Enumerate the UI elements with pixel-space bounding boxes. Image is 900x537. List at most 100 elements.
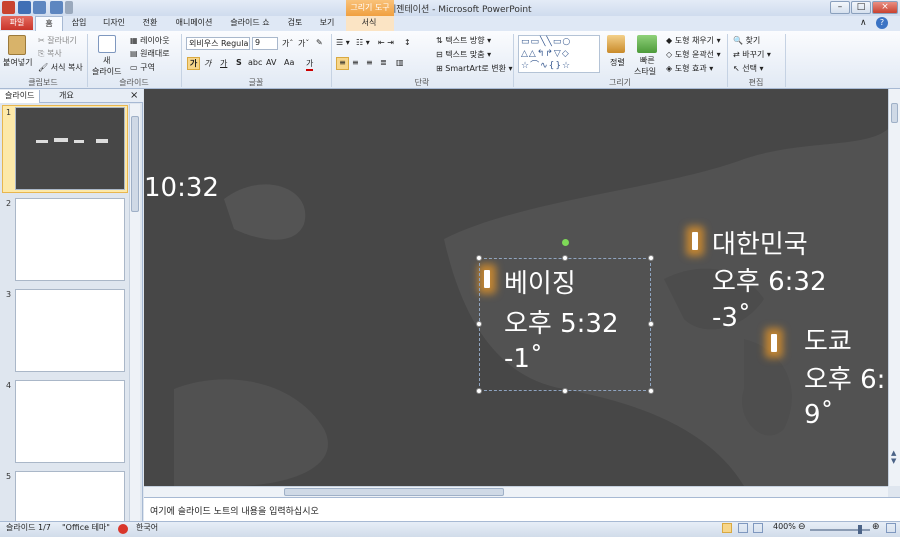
tab-format[interactable]: 서식	[355, 16, 383, 31]
select-button[interactable]: ↖ 선택 ▾	[733, 63, 764, 74]
beijing-city[interactable]: 베이징	[504, 269, 576, 300]
tokyo-city[interactable]: 도쿄	[804, 327, 852, 358]
tokyo-temp[interactable]: 9˚	[804, 400, 834, 431]
paste-icon[interactable]	[8, 35, 26, 55]
zoom-out-icon[interactable]: ⊖	[798, 522, 806, 532]
underline-button[interactable]: 가	[220, 58, 227, 69]
shape-fill-button[interactable]: ◆ 도형 채우기 ▾	[666, 35, 721, 46]
justify-icon[interactable]: ≣	[380, 58, 387, 67]
shrink-font-icon[interactable]: 가ˇ	[298, 38, 309, 49]
change-case-button[interactable]: Aa	[284, 58, 294, 67]
tab-review[interactable]: 검토	[284, 16, 306, 31]
text-direction-button[interactable]: ⇅ 텍스트 방향 ▾	[436, 35, 491, 46]
scrollbar-thumb[interactable]	[131, 116, 139, 212]
slide-thumbnail-5[interactable]	[15, 471, 125, 521]
cut-button[interactable]: ✂ 잘라내기	[38, 35, 77, 46]
tab-view[interactable]: 보기	[316, 16, 338, 31]
tokyo-time[interactable]: 오후 6:	[804, 365, 885, 396]
minimize-ribbon-icon[interactable]: ∧	[860, 18, 867, 28]
slides-pane-scrollbar[interactable]	[129, 104, 140, 521]
align-center-icon[interactable]: ≡	[352, 58, 359, 67]
spellcheck-icon[interactable]	[118, 524, 128, 534]
grow-font-icon[interactable]: 가ˆ	[282, 38, 293, 49]
shapes-gallery[interactable]: ▭▭╲╲▭○ △△↰↱▽◇ ☆⌒∿{}☆	[518, 35, 600, 73]
font-name-box[interactable]: 외비우스 Regula	[186, 37, 250, 50]
replace-button[interactable]: ⇄ 바꾸기 ▾	[733, 49, 771, 60]
prev-next-slide-icons[interactable]: ▲ ▼	[891, 449, 896, 465]
quick-styles-icon[interactable]	[637, 35, 657, 53]
bullets-icon[interactable]: ☰ ▾	[336, 38, 350, 47]
arrange-button[interactable]: 정렬	[610, 57, 625, 68]
fit-to-window-icon[interactable]	[886, 523, 896, 533]
new-slide-label-2[interactable]: 슬라이드	[92, 66, 121, 77]
resize-handle[interactable]	[562, 388, 568, 394]
tab-outline-pane[interactable]: 개요	[54, 90, 79, 103]
text-shadow-button[interactable]: abc	[248, 58, 262, 67]
slide-thumbnail-3[interactable]	[15, 289, 125, 372]
paste-button[interactable]: 붙여넣기	[3, 57, 32, 68]
tab-transitions[interactable]: 전환	[138, 16, 162, 31]
tab-home[interactable]: 홈	[35, 16, 63, 31]
tab-slideshow[interactable]: 슬라이드 쇼	[226, 16, 274, 31]
resize-handle[interactable]	[476, 388, 482, 394]
find-button[interactable]: 🔍 찾기	[733, 35, 760, 46]
close-button[interactable]: ×	[872, 1, 898, 14]
slide-thumbnail-1[interactable]	[15, 107, 125, 190]
font-color-button[interactable]: 가	[306, 58, 314, 71]
smartart-button[interactable]: ⊞ SmartArt로 변환 ▾	[436, 63, 513, 74]
help-icon[interactable]: ?	[876, 17, 888, 29]
new-slide-label-1[interactable]: 새	[103, 55, 110, 66]
status-theme[interactable]: "Office 테마"	[62, 522, 110, 533]
align-text-button[interactable]: ⊟ 텍스트 맞춤 ▾	[436, 49, 491, 60]
align-right-icon[interactable]: ≡	[366, 58, 373, 67]
shape-effects-button[interactable]: ◈ 도형 효과 ▾	[666, 63, 713, 74]
arrange-icon[interactable]	[607, 35, 625, 53]
beijing-time[interactable]: 오후 5:32	[504, 309, 619, 340]
scrollbar-thumb[interactable]	[891, 103, 898, 123]
close-pane-icon[interactable]: ×	[130, 90, 138, 102]
slide-thumbnail-2[interactable]	[15, 198, 125, 281]
indent-icons[interactable]: ⇤ ⇥	[378, 38, 394, 47]
zoom-level[interactable]: 400%	[773, 522, 796, 531]
tab-design[interactable]: 디자인	[100, 16, 128, 31]
scrollbar-thumb[interactable]	[284, 488, 504, 496]
minimize-button[interactable]: –	[830, 1, 850, 14]
tab-animations[interactable]: 애니메이션	[172, 16, 216, 31]
korea-time[interactable]: 오후 6:32	[712, 267, 827, 298]
align-left-icon[interactable]: ≡	[336, 57, 349, 70]
italic-button[interactable]: 가	[204, 58, 211, 69]
layout-button[interactable]: ▦ 레이아웃	[130, 35, 170, 46]
format-painter-button[interactable]: 🖌 서식 복사	[38, 62, 83, 73]
clear-formatting-icon[interactable]: ✎	[316, 38, 323, 47]
quick-styles-label-2[interactable]: 스타일	[634, 66, 656, 77]
slide-sorter-icon[interactable]	[738, 523, 748, 533]
normal-view-icon[interactable]	[722, 523, 732, 533]
resize-handle[interactable]	[648, 255, 654, 261]
zoom-in-icon[interactable]: ⊕	[872, 522, 880, 532]
reading-view-icon[interactable]	[753, 523, 763, 533]
strikethrough-button[interactable]: S	[236, 58, 242, 67]
tab-slides-pane[interactable]: 슬라이드	[0, 90, 41, 103]
zoom-slider-thumb[interactable]	[858, 525, 862, 534]
reset-button[interactable]: ▤ 원래대로	[130, 48, 170, 59]
shape-outline-button[interactable]: ◇ 도형 윤곽선 ▾	[666, 49, 721, 60]
copy-button[interactable]: ⎘ 복사	[38, 48, 62, 59]
slide-thumbnail-4[interactable]	[15, 380, 125, 463]
rotation-handle[interactable]	[562, 239, 569, 246]
char-spacing-button[interactable]: AV	[266, 58, 276, 67]
resize-handle[interactable]	[648, 321, 654, 327]
tab-insert[interactable]: 삽입	[68, 16, 90, 31]
columns-icon[interactable]: ▥	[396, 58, 404, 67]
maximize-button[interactable]: □	[851, 1, 871, 14]
status-language[interactable]: 한국어	[136, 522, 158, 533]
resize-handle[interactable]	[648, 388, 654, 394]
quick-styles-label-1[interactable]: 빠른	[640, 55, 655, 66]
resize-handle[interactable]	[476, 255, 482, 261]
new-slide-icon[interactable]	[98, 35, 116, 53]
korea-temp[interactable]: -3˚	[712, 303, 751, 334]
font-size-box[interactable]: 9	[252, 37, 278, 50]
resize-handle[interactable]	[562, 255, 568, 261]
numbering-icon[interactable]: ☷ ▾	[356, 38, 370, 47]
notes-pane[interactable]: 여기에 슬라이드 노트의 내용을 입력하십시오	[144, 497, 900, 521]
tab-file[interactable]: 파일	[1, 16, 33, 30]
